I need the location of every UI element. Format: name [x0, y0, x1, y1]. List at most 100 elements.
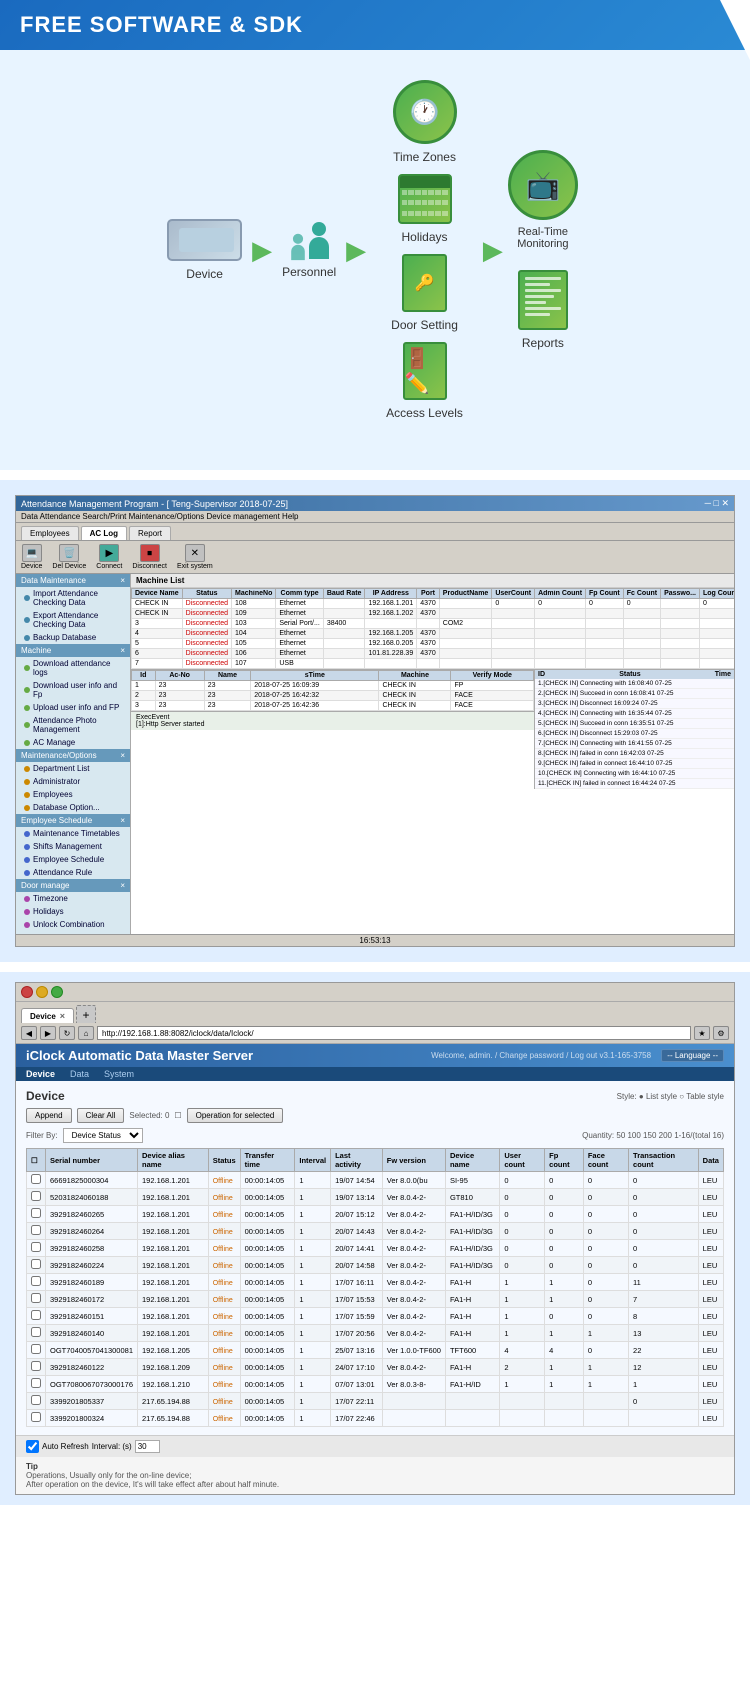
- machine-cell-4-8: [492, 639, 535, 649]
- web-row-checkbox-9[interactable]: [31, 1327, 41, 1337]
- filter-select[interactable]: Device Status: [63, 1128, 143, 1143]
- append-btn[interactable]: Append: [26, 1108, 72, 1123]
- selected-text: Selected: 0: [129, 1111, 169, 1120]
- web-row-checkbox-14[interactable]: [31, 1412, 41, 1422]
- sidebar-item-admin[interactable]: Administrator: [16, 775, 130, 788]
- app-controls[interactable]: ─ □ ✕: [705, 498, 729, 509]
- toolbar-connect-btn[interactable]: ▶ Connect: [96, 544, 122, 570]
- bookmark-btn[interactable]: ★: [694, 1026, 710, 1040]
- web-cell-2-9: 0: [500, 1206, 545, 1223]
- web-cell-1-5: 1: [295, 1189, 331, 1206]
- web-row-checkbox-6[interactable]: [31, 1276, 41, 1286]
- sidebar-item-emp-sched[interactable]: Employee Schedule: [16, 853, 130, 866]
- web-table-container[interactable]: ☐ Serial number Device alias name Status…: [26, 1148, 724, 1427]
- nav-system[interactable]: System: [104, 1069, 134, 1079]
- style-options[interactable]: Style: ● List style ○ Table style: [617, 1092, 724, 1101]
- web-row-checkbox-0[interactable]: [31, 1174, 41, 1184]
- machine-cell-3-4: [323, 629, 365, 639]
- back-btn[interactable]: ◀: [21, 1026, 37, 1040]
- url-bar[interactable]: http://192.168.1.88:8082/iclock/data/Icl…: [97, 1026, 691, 1040]
- web-row-checkbox-1[interactable]: [31, 1191, 41, 1201]
- sidebar-item-download-logs[interactable]: Download attendance logs: [16, 657, 130, 679]
- sidebar-item-download-user[interactable]: Download user info and Fp: [16, 679, 130, 701]
- toolbar-del-device-btn[interactable]: 🗑️ Del Device: [52, 544, 86, 570]
- home-btn[interactable]: ⌂: [78, 1026, 94, 1040]
- web-row-checkbox-13[interactable]: [31, 1395, 41, 1405]
- sidebar-item-employees[interactable]: Employees: [16, 788, 130, 801]
- sidebar-item-import[interactable]: Import Attendance Checking Data: [16, 587, 130, 609]
- web-cell-5-5: 1: [295, 1257, 331, 1274]
- web-cell-14-13: LEU: [698, 1410, 723, 1427]
- web-cell-13-12: 0: [629, 1393, 699, 1410]
- tab-close-btn[interactable]: ×: [60, 1011, 65, 1021]
- web-row-checkbox-4[interactable]: [31, 1242, 41, 1252]
- forward-btn[interactable]: ▶: [40, 1026, 56, 1040]
- machine-row-1: CHECK INDisconnected109Ethernet192.168.1…: [132, 609, 735, 619]
- sidebar-item-backup[interactable]: Backup Database: [16, 631, 130, 644]
- interval-input[interactable]: [135, 1440, 160, 1453]
- sidebar-item-dept[interactable]: Department List: [16, 762, 130, 775]
- sidebar-item-db[interactable]: Database Option...: [16, 801, 130, 814]
- browser-tab-active[interactable]: Device ×: [21, 1008, 74, 1023]
- sidebar-item-ac-manage[interactable]: AC Manage: [16, 736, 130, 749]
- sidebar-section-data-maintenance[interactable]: Data Maintenance×: [16, 574, 130, 587]
- web-cell-8-6: 17/07 15:59: [331, 1308, 383, 1325]
- web-row-checkbox-10[interactable]: [31, 1344, 41, 1354]
- tab-report[interactable]: Report: [129, 526, 171, 540]
- sidebar-item-export[interactable]: Export Attendance Checking Data: [16, 609, 130, 631]
- close-btn[interactable]: [21, 986, 33, 998]
- web-row-checkbox-3[interactable]: [31, 1225, 41, 1235]
- col-check: ☐: [27, 1149, 46, 1172]
- web-row-checkbox-11[interactable]: [31, 1361, 41, 1371]
- col-device-name: Device name: [445, 1149, 499, 1172]
- web-cell-8-9: 1: [500, 1308, 545, 1325]
- tab-employees[interactable]: Employees: [21, 526, 79, 540]
- web-row-checkbox-7[interactable]: [31, 1293, 41, 1303]
- tab-ac-log[interactable]: AC Log: [81, 526, 127, 540]
- sidebar-item-holidays[interactable]: Holidays: [16, 905, 130, 918]
- web-cell-14-1: 3399201800324: [46, 1410, 138, 1427]
- sidebar-section-schedule[interactable]: Employee Schedule×: [16, 814, 130, 827]
- clear-all-btn[interactable]: Clear All: [77, 1108, 125, 1123]
- sidebar-item-upload-user[interactable]: Upload user info and FP: [16, 701, 130, 714]
- operation-btn[interactable]: Operation for selected: [187, 1108, 284, 1123]
- nav-device[interactable]: Device: [26, 1069, 55, 1079]
- events-cell-2-1: 23: [155, 701, 204, 711]
- new-tab-btn[interactable]: +: [76, 1005, 96, 1023]
- nav-data[interactable]: Data: [70, 1069, 89, 1079]
- machine-list-table-container[interactable]: Device Name Status MachineNo Comm type B…: [131, 588, 734, 669]
- toolbar-device-btn[interactable]: 💻 Device: [21, 544, 42, 570]
- web-row-checkbox-2[interactable]: [31, 1208, 41, 1218]
- web-row-checkbox-5[interactable]: [31, 1259, 41, 1269]
- app-title: Attendance Management Program - [ Teng-S…: [21, 499, 288, 509]
- machine-row-0: CHECK INDisconnected108Ethernet192.168.1…: [132, 599, 735, 609]
- app-menubar[interactable]: Data Attendance Search/Print Maintenance…: [16, 511, 734, 523]
- sidebar-section-door[interactable]: Door manage×: [16, 879, 130, 892]
- sidebar-item-att-rule[interactable]: Attendance Rule: [16, 866, 130, 879]
- reload-btn[interactable]: ↻: [59, 1026, 75, 1040]
- web-row-checkbox-8[interactable]: [31, 1310, 41, 1320]
- web-row-checkbox-12[interactable]: [31, 1378, 41, 1388]
- auto-refresh-checkbox[interactable]: [26, 1440, 39, 1453]
- web-cell-0-12: 0: [629, 1172, 699, 1189]
- web-section: Device × + ◀ ▶ ↻ ⌂ http://192.168.1.88:8…: [0, 972, 750, 1505]
- sidebar-item-photo[interactable]: Attendance Photo Management: [16, 714, 130, 736]
- sidebar-section-maintenance[interactable]: Maintenance/Options×: [16, 749, 130, 762]
- sidebar-section-machine[interactable]: Machine×: [16, 644, 130, 657]
- toolbar-exit-btn[interactable]: ✕ Exit system: [177, 544, 213, 570]
- settings-nav-btn[interactable]: ⚙: [713, 1026, 729, 1040]
- web-cell-2-3: Offline: [208, 1206, 240, 1223]
- sidebar-item-shifts[interactable]: Shifts Management: [16, 840, 130, 853]
- sidebar-item-timezone[interactable]: Timezone: [16, 892, 130, 905]
- col-last-activity: Last activity: [331, 1149, 383, 1172]
- col-serial: Serial number: [46, 1149, 138, 1172]
- sidebar-item-access[interactable]: Access Control Privilege: [16, 931, 130, 934]
- sidebar-item-timetables[interactable]: Maintenance Timetables: [16, 827, 130, 840]
- language-btn[interactable]: -- Language --: [661, 1049, 724, 1062]
- minimize-btn[interactable]: [36, 986, 48, 998]
- maximize-btn[interactable]: [51, 986, 63, 998]
- web-cell-14-2: 217.65.194.88: [138, 1410, 209, 1427]
- toolbar-disconnect-btn[interactable]: ⏹ Disconnect: [132, 544, 167, 570]
- reports-item: Reports: [518, 270, 568, 350]
- sidebar-item-unlock[interactable]: Unlock Combination: [16, 918, 130, 931]
